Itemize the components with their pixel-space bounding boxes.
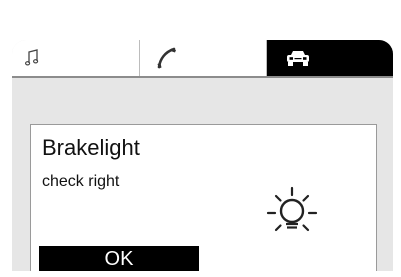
ok-button[interactable]: OK — [39, 246, 199, 271]
dialog-title: Brakelight — [42, 135, 140, 160]
tab-phone[interactable] — [140, 40, 267, 76]
car-front-icon — [287, 51, 309, 66]
music-note-icon — [25, 49, 39, 66]
tab-audio[interactable] — [12, 40, 140, 76]
tab-bar — [12, 40, 393, 78]
tab-vehicle[interactable] — [267, 40, 393, 76]
display-screen: Brakelight check right OK — [12, 40, 393, 271]
dialog-message: check right — [42, 173, 120, 190]
warning-dialog: Brakelight check right OK — [30, 124, 377, 271]
bulb-warning-icon — [266, 186, 318, 232]
phone-handset-icon — [157, 47, 176, 69]
